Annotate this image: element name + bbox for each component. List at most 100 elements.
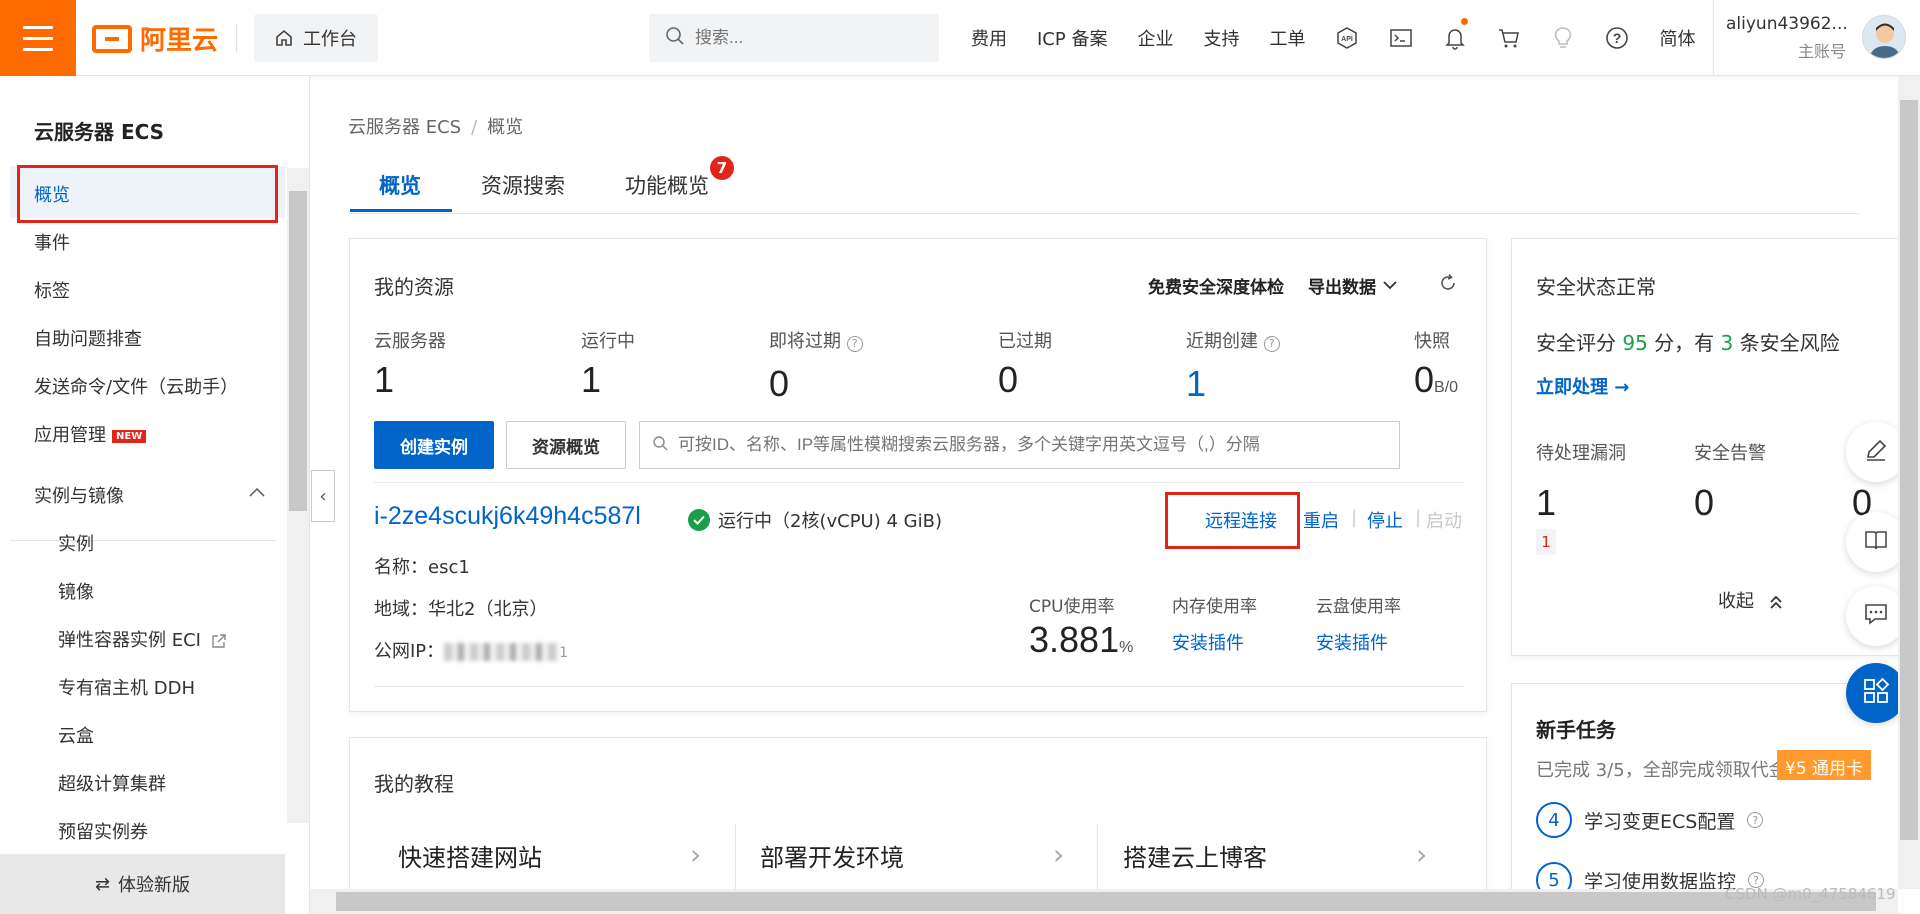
create-instance-button[interactable]: 创建实例 — [374, 421, 494, 469]
stat-value-servers[interactable]: 1 — [374, 359, 394, 401]
tab-resource-search[interactable]: 资源搜索 — [481, 170, 565, 200]
page-scrollbar-thumb[interactable] — [1900, 100, 1918, 840]
sidebar-item-ddh[interactable]: 专有宿主机 DDH — [58, 674, 195, 700]
sidebar-item-app-management[interactable]: 应用管理 NEW — [34, 421, 147, 447]
nav-enterprise[interactable]: 企业 — [1122, 25, 1188, 51]
search-icon — [665, 26, 685, 50]
start-link: 启动 — [1426, 511, 1462, 532]
disk-usage-label: 云盘使用率 — [1316, 597, 1401, 617]
top-nav: 费用 ICP 备案 企业 支持 工单 API ? 简体 — [956, 0, 1710, 76]
sidebar-item-instances[interactable]: 实例 — [58, 530, 94, 556]
nav-ticket[interactable]: 工单 — [1254, 25, 1320, 51]
divider — [10, 540, 276, 541]
swap-icon: ⇄ — [94, 873, 111, 895]
stat-label-expired: 已过期 — [998, 331, 1052, 352]
stat-value-running[interactable]: 1 — [581, 359, 601, 401]
export-data-dropdown[interactable]: 导出数据 — [1308, 273, 1398, 298]
chevron-right-icon[interactable]: › — [690, 838, 701, 871]
tab-badge: 7 — [710, 156, 734, 180]
chat-float-button[interactable] — [1846, 586, 1906, 646]
instance-search-input[interactable] — [678, 435, 1378, 455]
tab-overview[interactable]: 概览 — [379, 170, 421, 200]
avatar[interactable] — [1862, 15, 1906, 59]
help-icon[interactable]: ? — [1747, 812, 1764, 828]
help-icon[interactable]: ? — [1590, 0, 1644, 76]
breadcrumb-ecs[interactable]: 云服务器 ECS — [348, 117, 461, 138]
search-input[interactable] — [695, 28, 915, 48]
aliyun-logo[interactable]: 阿里云 — [92, 20, 218, 57]
user-info[interactable]: aliyun43962... 主账号 — [1726, 14, 1848, 62]
restart-link[interactable]: 重启 — [1303, 507, 1339, 533]
breadcrumb-overview: 概览 — [487, 117, 524, 138]
stat-label-snapshots: 快照 — [1414, 331, 1450, 352]
security-alert-value[interactable]: 0 — [1694, 482, 1714, 524]
free-security-check-link[interactable]: 免费安全深度体检 — [1148, 273, 1284, 298]
install-plugin-disk-link[interactable]: 安装插件 — [1316, 629, 1388, 655]
try-new-version-button[interactable]: ⇄ 体验新版 — [0, 854, 285, 914]
instance-id-link[interactable]: i-2ze4scukj6k49h4c587l — [374, 502, 641, 531]
handle-now-link[interactable]: 立即处理 → — [1536, 373, 1629, 399]
menu-icon-line — [23, 36, 53, 40]
terminal-icon[interactable] — [1374, 0, 1428, 76]
chevron-down-icon — [1382, 275, 1398, 295]
tasks-title: 新手任务 — [1536, 718, 1616, 742]
sidebar-item-eci[interactable]: 弹性容器实例 ECI — [58, 626, 227, 652]
workbench-label: 工作台 — [303, 29, 357, 50]
risk-count: 3 — [1720, 331, 1734, 355]
sidebar-group-label: 实例与镜像 — [34, 486, 124, 507]
refresh-icon[interactable] — [1438, 273, 1458, 298]
resource-overview-button[interactable]: 资源概览 — [506, 421, 626, 469]
docs-float-button[interactable] — [1846, 512, 1906, 572]
sidebar-collapse-button[interactable]: ‹ — [311, 470, 335, 522]
help-icon[interactable]: ? — [846, 335, 863, 352]
sidebar-item-tags[interactable]: 标签 — [34, 277, 70, 303]
sidebar-item-cloudbox[interactable]: 云盒 — [58, 722, 94, 748]
nav-billing[interactable]: 费用 — [956, 25, 1022, 51]
task-item[interactable]: 4 学习变更ECS配置 ? — [1536, 802, 1764, 838]
api-icon[interactable]: API — [1320, 0, 1374, 76]
sidebar-scrollbar-thumb[interactable] — [289, 191, 307, 511]
score-suffix: 条安全风险 — [1739, 331, 1840, 355]
tutorial-cloud-blog[interactable]: 搭建云上博客 — [1123, 838, 1267, 873]
stat-value-recent[interactable]: 1 — [1186, 363, 1206, 405]
top-bar: 阿里云 工作台 费用 ICP 备案 企业 支持 工单 API — [0, 0, 1920, 76]
sidebar-group-instances-images[interactable]: 实例与镜像 — [34, 482, 266, 508]
tutorial-build-website[interactable]: 快速搭建网站 — [398, 838, 542, 873]
apps-float-button[interactable] — [1846, 663, 1906, 723]
stat-value-expired[interactable]: 0 — [998, 359, 1018, 401]
user-name: aliyun43962... — [1726, 14, 1848, 34]
highlight-box-overview — [17, 165, 278, 223]
sidebar-item-reserved-instance[interactable]: 预留实例券 — [58, 818, 148, 844]
chevron-right-icon[interactable]: › — [1416, 838, 1427, 871]
stat-value-snapshots[interactable]: 0B/0 — [1414, 359, 1458, 401]
workbench-button[interactable]: 工作台 — [254, 14, 378, 62]
sidebar-item-hpc-cluster[interactable]: 超级计算集群 — [58, 770, 166, 796]
sidebar-item-send-command[interactable]: 发送命令/文件（云助手） — [34, 373, 238, 399]
language-switch[interactable]: 简体 — [1644, 25, 1710, 51]
lightbulb-icon[interactable] — [1536, 0, 1590, 76]
pending-vuln-value[interactable]: 1 — [1536, 482, 1556, 524]
stat-value-expiring[interactable]: 0 — [769, 363, 789, 405]
instance-search[interactable] — [639, 421, 1400, 469]
bell-icon[interactable] — [1428, 0, 1482, 76]
horizontal-scrollbar-thumb[interactable] — [336, 892, 1876, 911]
install-plugin-memory-link[interactable]: 安装插件 — [1172, 629, 1244, 655]
nav-support[interactable]: 支持 — [1188, 25, 1254, 51]
divider — [1713, 0, 1714, 76]
help-icon[interactable]: ? — [1263, 335, 1280, 352]
tutorial-dev-environment[interactable]: 部署开发环境 — [760, 838, 904, 873]
global-search[interactable] — [649, 14, 939, 62]
sidebar-item-troubleshoot[interactable]: 自助问题排查 — [34, 325, 142, 351]
collapse-button[interactable]: 收起 — [1718, 587, 1784, 613]
cart-icon[interactable] — [1482, 0, 1536, 76]
my-tutorials-card: 我的教程 快速搭建网站 › 部署开发环境 › 搭建云上博客 › — [349, 737, 1487, 914]
sidebar-item-images[interactable]: 镜像 — [58, 578, 94, 604]
nav-icp[interactable]: ICP 备案 — [1022, 25, 1122, 51]
hamburger-menu-button[interactable] — [0, 0, 76, 76]
tab-feature-overview[interactable]: 功能概览 — [625, 170, 709, 200]
edit-float-button[interactable] — [1846, 422, 1906, 482]
stop-link[interactable]: 停止 — [1367, 507, 1403, 533]
sidebar-item-events[interactable]: 事件 — [34, 229, 70, 255]
chevron-right-icon[interactable]: › — [1053, 838, 1064, 871]
divider — [374, 686, 1464, 687]
